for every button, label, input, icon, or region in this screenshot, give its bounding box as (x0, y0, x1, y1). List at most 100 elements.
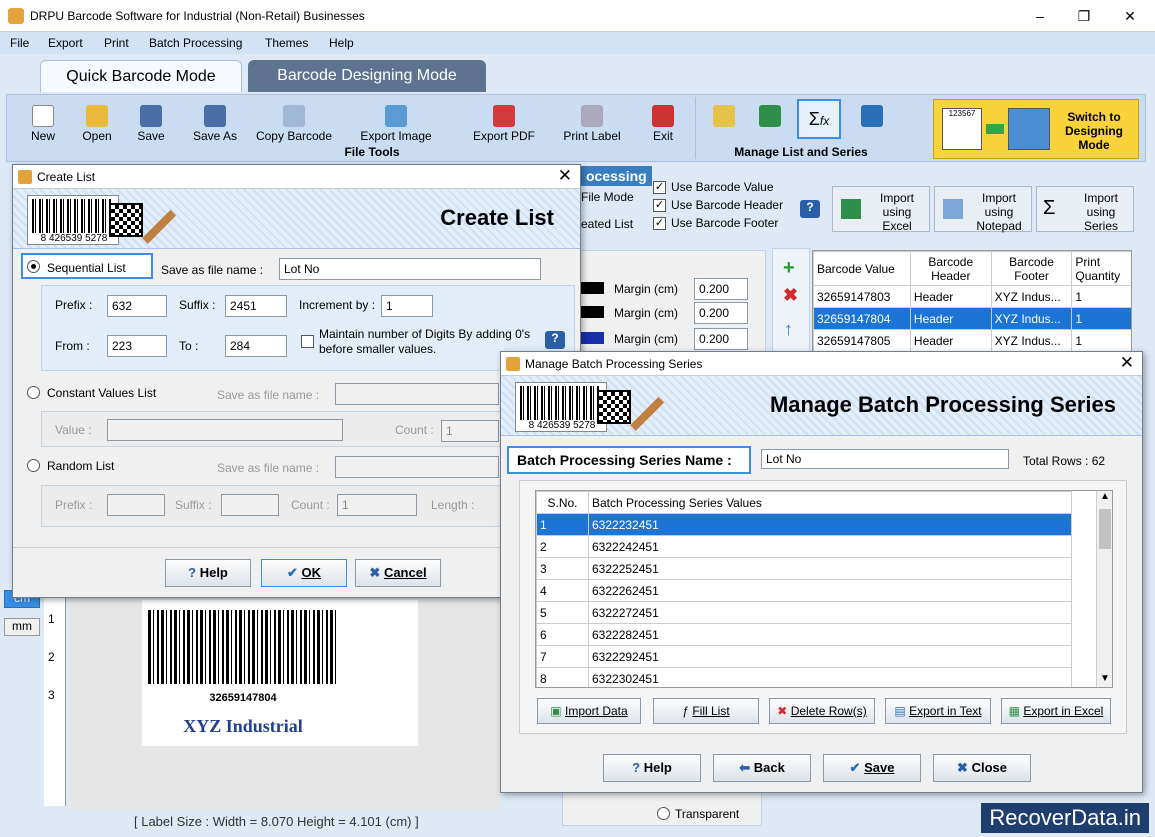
constant-radio[interactable] (27, 386, 40, 399)
export-excel-button[interactable]: ▦ Export in Excel (1001, 698, 1111, 724)
margin-input-1[interactable]: 0.200 (694, 278, 748, 300)
cancel-button[interactable]: ✖ Cancel (355, 559, 441, 587)
save-as-button[interactable]: Save As (187, 105, 243, 143)
maintain-digits-checkbox[interactable] (301, 335, 314, 348)
save-button[interactable]: ✔ Save (823, 754, 921, 782)
exit-button[interactable]: Exit (643, 105, 683, 143)
export-pdf-button[interactable]: Export PDF (467, 105, 541, 143)
increment-input[interactable]: 1 (381, 295, 433, 317)
table-row[interactable]: 5 6322272451 (536, 601, 1072, 624)
table-row[interactable]: 3 6322252451 (536, 557, 1072, 580)
col-barcode-footer[interactable]: Barcode Footer (990, 251, 1073, 286)
menu-file[interactable]: File (10, 36, 29, 50)
scrollbar[interactable]: ▲ ▼ (1096, 491, 1112, 687)
use-barcode-value-checkbox[interactable]: ✓ (653, 181, 666, 194)
menu-themes[interactable]: Themes (265, 36, 308, 50)
scroll-thumb[interactable] (1099, 509, 1111, 549)
help-button[interactable]: ? Help (603, 754, 701, 782)
from-input[interactable]: 223 (107, 335, 167, 357)
table-row[interactable]: 32659147803 Header XYZ Indus... 1 (813, 285, 1131, 308)
close-icon[interactable]: ✕ (558, 166, 572, 186)
import-series-button[interactable]: Σ Import using Series (1036, 186, 1134, 233)
excel-list-button[interactable] (755, 105, 785, 129)
margin-input-3[interactable]: 0.200 (694, 328, 748, 350)
tab-quick-barcode[interactable]: Quick Barcode Mode (40, 60, 242, 92)
table-row[interactable]: 32659147804 Header XYZ Indus... 1 (813, 307, 1131, 330)
col-barcode-value[interactable]: Barcode Value (813, 251, 911, 286)
border-color-swatch[interactable] (580, 306, 604, 318)
use-barcode-footer-checkbox[interactable]: ✓ (653, 217, 666, 230)
ok-button[interactable]: ✔ OK (261, 559, 347, 587)
transparent-radio[interactable] (657, 807, 670, 820)
swap-button[interactable] (857, 105, 887, 129)
import-data-button[interactable]: ▣ Import Data (537, 698, 641, 724)
scroll-up-icon[interactable]: ▲ (1100, 491, 1110, 502)
save-button[interactable]: Save (129, 105, 173, 143)
copy-barcode-button[interactable]: Copy Barcode (251, 105, 337, 143)
random-suffix-input[interactable] (221, 494, 279, 516)
add-row-icon[interactable]: + (783, 257, 795, 280)
series-name-input[interactable]: Lot No (761, 449, 1009, 469)
random-radio[interactable] (27, 459, 40, 472)
app-icon (18, 170, 32, 184)
tab-barcode-designing[interactable]: Barcode Designing Mode (248, 60, 486, 92)
random-file-input[interactable] (335, 456, 499, 478)
delete-row-icon[interactable]: ✖ (783, 285, 798, 306)
import-notepad-button[interactable]: Import using Notepad (934, 186, 1032, 233)
back-button[interactable]: ⬅ Back (713, 754, 811, 782)
import-excel-button[interactable]: Import using Excel (832, 186, 930, 233)
menu-help[interactable]: Help (329, 36, 354, 50)
table-row[interactable]: 6 6322282451 (536, 623, 1072, 646)
menu-export[interactable]: Export (48, 36, 83, 50)
suffix-input[interactable]: 2451 (225, 295, 287, 317)
count-input[interactable]: 1 (441, 420, 499, 442)
use-barcode-header-checkbox[interactable]: ✓ (653, 199, 666, 212)
close-icon[interactable]: ✕ (1120, 6, 1140, 26)
table-row[interactable]: 4 6322262451 (536, 579, 1072, 602)
open-button[interactable]: Open (75, 105, 119, 143)
help-icon[interactable]: ? (545, 331, 565, 349)
random-count-input[interactable]: 1 (337, 494, 417, 516)
menu-batch-processing[interactable]: Batch Processing (149, 36, 242, 50)
total-rows-label: Total Rows : 62 (1023, 454, 1106, 468)
move-up-icon[interactable]: ↑ (784, 319, 793, 340)
table-row[interactable]: 1 6322232451 (536, 513, 1072, 536)
border-color-swatch[interactable] (580, 332, 604, 344)
value-input[interactable] (107, 419, 343, 441)
minimize-icon[interactable]: – (1030, 6, 1050, 26)
random-prefix-input[interactable] (107, 494, 165, 516)
help-button[interactable]: ? Help (165, 559, 251, 587)
maximize-icon[interactable]: ❐ (1074, 6, 1094, 26)
constant-file-input[interactable] (335, 383, 499, 405)
border-color-swatch[interactable] (580, 282, 604, 294)
table-row[interactable]: 8 6322302451 (536, 667, 1072, 687)
export-image-button[interactable]: Export Image (353, 105, 439, 143)
barcode-label-preview[interactable]: 32659147804 XYZ Industrial (142, 600, 418, 746)
close-button[interactable]: ✖ Close (933, 754, 1031, 782)
series-button[interactable]: Σfx (797, 99, 841, 139)
delete-rows-button[interactable]: ✖ Delete Row(s) (769, 698, 875, 724)
new-button[interactable]: New (21, 105, 65, 143)
export-text-button[interactable]: ▤ Export in Text (885, 698, 991, 724)
file-name-input[interactable]: Lot No (279, 258, 541, 280)
table-row[interactable]: 7 6322292451 (536, 645, 1072, 668)
close-icon[interactable]: ✕ (1120, 353, 1134, 373)
scroll-down-icon[interactable]: ▼ (1100, 673, 1110, 684)
unit-mm-button[interactable]: mm (4, 618, 40, 636)
info-icon[interactable]: ? (800, 200, 820, 218)
switch-designing-button[interactable]: 123567 Switch to Designing Mode (933, 99, 1139, 159)
col-sno[interactable]: S.No. (536, 491, 589, 514)
fill-list-button[interactable]: ƒ Fill List (653, 698, 759, 724)
prefix-input[interactable]: 632 (107, 295, 167, 317)
table-row[interactable]: 32659147805 Header XYZ Indus... 1 (813, 329, 1131, 351)
sequential-radio[interactable] (27, 260, 40, 273)
menu-print[interactable]: Print (104, 36, 129, 50)
edit-list-button[interactable] (709, 105, 739, 129)
col-series-values[interactable]: Batch Processing Series Values (588, 491, 1072, 514)
print-label-button[interactable]: Print Label (557, 105, 627, 143)
col-print-quantity[interactable]: Print Quantity (1071, 251, 1131, 286)
margin-input-2[interactable]: 0.200 (694, 302, 748, 324)
table-row[interactable]: 2 6322242451 (536, 535, 1072, 558)
col-barcode-header[interactable]: Barcode Header (909, 251, 992, 286)
to-input[interactable]: 284 (225, 335, 287, 357)
